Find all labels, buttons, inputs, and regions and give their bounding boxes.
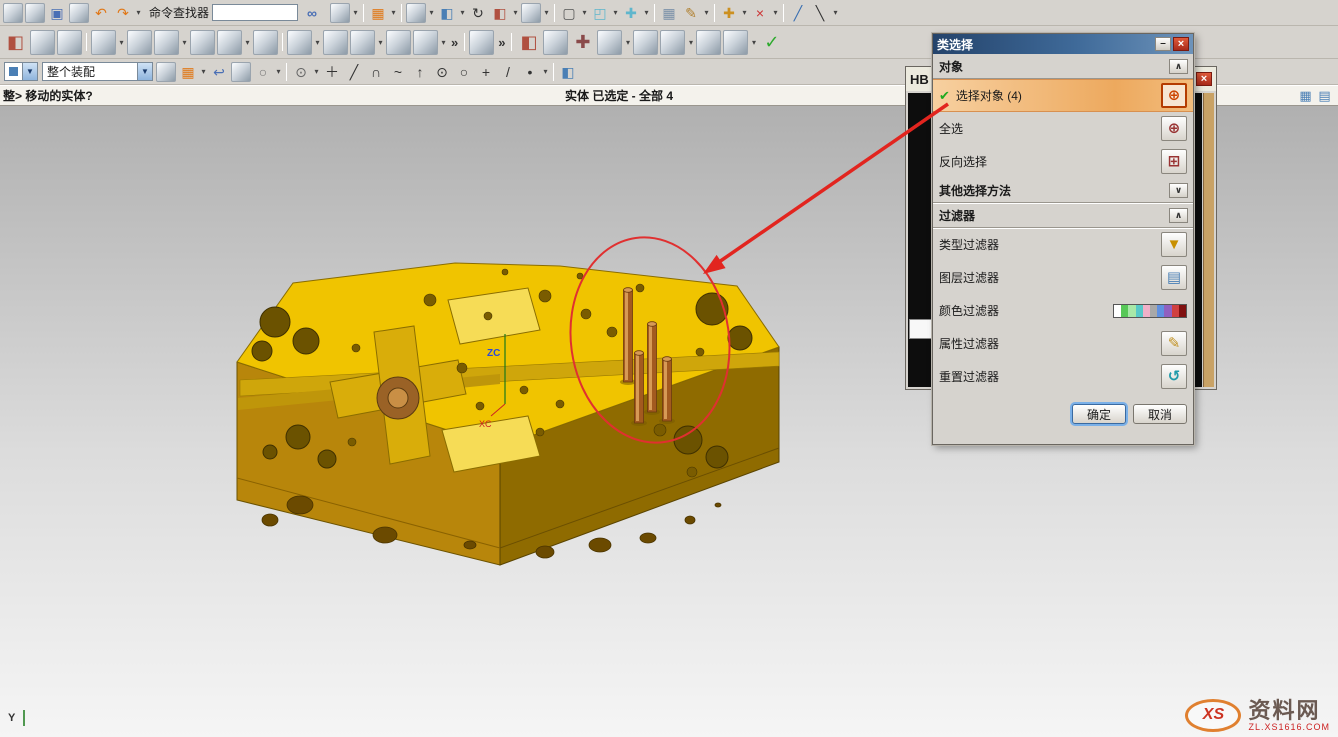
section-objects-label: 对象: [939, 58, 963, 75]
check-icon: ✔: [939, 88, 950, 104]
cad-model[interactable]: [237, 263, 779, 565]
attribute-filter-button[interactable]: ✎: [1161, 331, 1187, 356]
layer-filter-button[interactable]: ▤: [1161, 265, 1187, 290]
section-filters-collapse-icon[interactable]: ∧: [1169, 208, 1188, 223]
layer-filter-icon: ▤: [1167, 270, 1181, 285]
select-all-icon: ⊕: [1168, 121, 1181, 136]
row-attribute-filter[interactable]: 属性过滤器 ✎: [933, 327, 1193, 360]
color-swatch: [1164, 305, 1171, 317]
row-reset-filter[interactable]: 重置过滤器 ↺: [933, 360, 1193, 393]
watermark-url: ZL.XS1616.COM: [1248, 722, 1330, 732]
background-window-edge: [1203, 93, 1214, 387]
section-other-methods-expand-icon[interactable]: ∨: [1169, 183, 1188, 198]
y-axis-label: Y: [8, 712, 16, 724]
class-selection-dialog: 类选择 – × 对象 ∧ ✔ 选择对象 (4) ⊕ 全选 ⊕ 反向选择 ⊞ 其他…: [932, 33, 1194, 445]
layer-filter-label: 图层过滤器: [939, 269, 1161, 286]
dialog-minimize-icon[interactable]: –: [1155, 37, 1171, 51]
row-select-all[interactable]: 全选 ⊕: [933, 112, 1193, 145]
color-filter-label: 颜色过滤器: [939, 302, 1113, 319]
reset-filter-icon: ↺: [1168, 369, 1181, 384]
row-layer-filter[interactable]: 图层过滤器 ▤: [933, 261, 1193, 294]
attribute-filter-label: 属性过滤器: [939, 335, 1161, 352]
color-swatch: [1143, 305, 1150, 317]
section-other-methods: 其他选择方法 ∨: [933, 178, 1193, 203]
reset-filter-button[interactable]: ↺: [1161, 364, 1187, 389]
invert-selection-button[interactable]: ⊞: [1161, 149, 1187, 174]
view-axis-indicator: Y: [8, 710, 24, 726]
zc-axis-label: ZC: [487, 348, 500, 359]
dialog-close-icon[interactable]: ×: [1173, 37, 1189, 51]
section-objects: 对象 ∧: [933, 54, 1193, 79]
color-swatch: [1179, 305, 1186, 317]
color-swatch: [1157, 305, 1164, 317]
xc-axis-label: XC: [479, 419, 492, 429]
section-filters: 过滤器 ∧: [933, 203, 1193, 228]
select-objects-button[interactable]: ⊕: [1161, 83, 1187, 108]
select-all-label: 全选: [939, 120, 1161, 137]
color-swatch: [1121, 305, 1128, 317]
color-swatch: [1128, 305, 1135, 317]
watermark: XS 资料网 ZL.XS1616.COM: [1185, 699, 1330, 732]
reset-filter-label: 重置过滤器: [939, 368, 1161, 385]
color-swatch: [1150, 305, 1157, 317]
section-objects-collapse-icon[interactable]: ∧: [1169, 59, 1188, 74]
attribute-filter-icon: ✎: [1168, 336, 1181, 351]
color-swatch: [1114, 305, 1121, 317]
row-select-objects[interactable]: ✔ 选择对象 (4) ⊕: [933, 79, 1193, 112]
type-filter-button[interactable]: ▼: [1161, 232, 1187, 257]
row-color-filter[interactable]: 颜色过滤器: [933, 294, 1193, 327]
invert-selection-icon: ⊞: [1168, 154, 1181, 169]
ok-button[interactable]: 确定: [1072, 404, 1126, 424]
type-filter-label: 类型过滤器: [939, 236, 1161, 253]
select-all-button[interactable]: ⊕: [1161, 116, 1187, 141]
watermark-logo-text: XS: [1203, 706, 1224, 724]
section-other-methods-label: 其他选择方法: [939, 182, 1011, 199]
select-objects-label: 选择对象 (4): [956, 87, 1161, 104]
select-object-icon: ⊕: [1168, 88, 1181, 103]
dialog-titlebar[interactable]: 类选择 – ×: [933, 34, 1193, 54]
color-swatch: [1136, 305, 1143, 317]
dialog-title: 类选择: [937, 36, 1153, 53]
watermark-logo-icon: XS: [1185, 699, 1241, 732]
row-type-filter[interactable]: 类型过滤器 ▼: [933, 228, 1193, 261]
dialog-buttons: 确定 取消: [933, 393, 1193, 424]
type-filter-icon: ▼: [1167, 237, 1182, 252]
row-invert-selection[interactable]: 反向选择 ⊞: [933, 145, 1193, 178]
cancel-button[interactable]: 取消: [1133, 404, 1187, 424]
invert-selection-label: 反向选择: [939, 153, 1161, 170]
watermark-name: 资料网: [1248, 699, 1330, 722]
color-swatch: [1172, 305, 1179, 317]
color-filter-strip[interactable]: [1113, 304, 1187, 318]
background-window-close-icon[interactable]: ×: [1196, 72, 1212, 86]
section-filters-label: 过滤器: [939, 207, 975, 224]
